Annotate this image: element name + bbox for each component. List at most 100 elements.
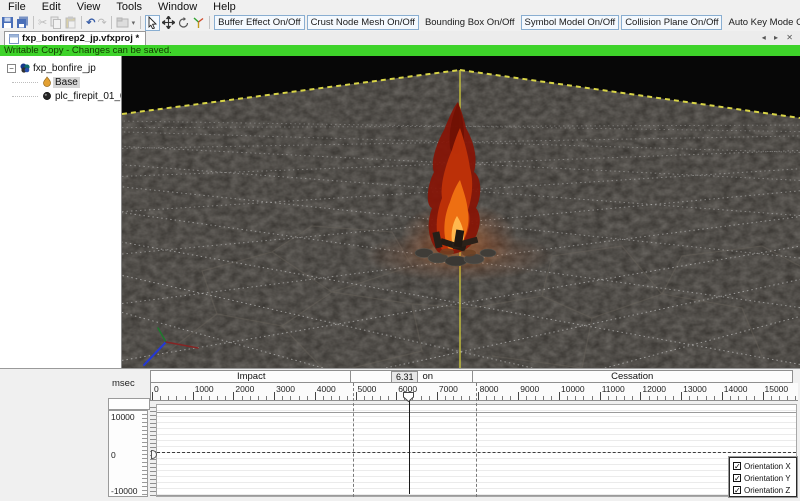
menu-help[interactable]: Help (205, 1, 244, 13)
axis-tick-marks (142, 411, 147, 496)
menu-tools[interactable]: Tools (108, 1, 150, 13)
tab-close-button[interactable]: ✕ (786, 33, 796, 42)
ruler-minor-tick (754, 396, 756, 400)
toolbar-separator (33, 16, 34, 29)
menu-edit[interactable]: Edit (34, 1, 69, 13)
axis-label-min: -10000 (111, 486, 138, 496)
ruler-tick-label: 13000 (683, 384, 707, 394)
ruler-minor-tick (363, 396, 365, 400)
ruler-tick-label: 4000 (316, 384, 336, 394)
ruler-minor-tick (648, 396, 650, 400)
ruler-minor-tick (656, 396, 658, 400)
curve-value-axis: 10000 0 -10000 (108, 410, 148, 497)
paste-icon[interactable] (64, 16, 77, 30)
tab-prev-button[interactable]: ◂ (762, 33, 769, 42)
ruler-major-tick (274, 392, 276, 400)
cut-icon[interactable]: ✂ (38, 16, 47, 30)
toolbar-separator (209, 16, 211, 29)
tree-base-label[interactable]: Base (53, 76, 80, 88)
tree-row-firepit[interactable]: plc_firepit_01_0 (0, 89, 121, 103)
section-boundary-line (475, 383, 477, 497)
select-tool-icon[interactable] (145, 14, 161, 31)
3d-viewport[interactable] (122, 56, 800, 368)
orientation-y-checkbox[interactable]: ✓ (733, 474, 741, 483)
ruler-minor-tick (575, 396, 577, 400)
toggle-auto-key-mode-on-off-button[interactable]: Auto Key Mode On/Off (724, 15, 800, 30)
orientation-x-checkbox[interactable]: ✓ (733, 462, 741, 471)
undo-icon[interactable]: ↶ (86, 16, 95, 30)
ruler-minor-tick (469, 396, 471, 400)
ruler-minor-tick (738, 396, 740, 400)
ruler-tick-label: 7000 (438, 384, 458, 394)
playhead-marker[interactable] (403, 392, 415, 403)
ruler-tick-label: 5000 (357, 384, 377, 394)
export-icon[interactable] (116, 16, 129, 30)
timeline-section-impact[interactable]: Impact (150, 370, 353, 383)
curve-value-input[interactable] (108, 398, 150, 410)
tree-collapse-icon[interactable]: − (7, 63, 16, 73)
tree-firepit-label[interactable]: plc_firepit_01_0 (53, 91, 121, 102)
toggle-crust-node-mesh-on-off-button[interactable]: Crust Node Mesh On/Off (306, 15, 419, 30)
save-all-icon[interactable] (16, 16, 29, 30)
ruler-minor-tick (160, 396, 162, 400)
section-boundary-line (353, 383, 355, 497)
tree-row-base[interactable]: Base (0, 75, 121, 89)
ruler-minor-tick (176, 396, 178, 400)
tree-root-label[interactable]: fxp_bonfire_jp (31, 63, 98, 74)
axis-manipulator-icon[interactable] (192, 16, 205, 30)
tab-next-button[interactable]: ▸ (774, 33, 781, 42)
vfx-editor-window: File Edit View Tools Window Help ✂ ↶ ↷ ▾ (0, 0, 800, 501)
ruler-major-tick (355, 392, 357, 400)
menu-window[interactable]: Window (150, 1, 205, 13)
ruler-minor-tick (388, 396, 390, 400)
legend-row-orientation-z: ✓ Orientation Z (733, 484, 796, 496)
ruler-major-tick (721, 392, 723, 400)
ruler-minor-tick (282, 396, 284, 400)
ruler-major-tick (396, 392, 398, 400)
copy-icon[interactable] (49, 16, 62, 30)
flame-emitter-icon (41, 76, 53, 88)
transition-time-value[interactable]: 6.31 (390, 370, 419, 383)
playhead-line (408, 401, 410, 494)
tab-label: fxp_bonfirep2_jp.vfxproj * (22, 33, 140, 44)
redo-icon[interactable]: ↷ (97, 16, 106, 30)
ruler-tick-label: 12000 (642, 384, 667, 394)
toggle-bounding-box-on-off-button[interactable]: Bounding Box On/Off (421, 15, 519, 30)
ruler-minor-tick (786, 396, 788, 400)
menu-file[interactable]: File (0, 1, 34, 13)
tree-connector (12, 81, 38, 83)
ruler-tick-label: 11000 (601, 384, 625, 394)
toggle-buffer-effect-on-off-button[interactable]: Buffer Effect On/Off (214, 15, 305, 30)
orientation-z-checkbox[interactable]: ✓ (733, 486, 741, 495)
project-file-icon (9, 33, 19, 44)
ruler-minor-tick (200, 396, 202, 400)
toggle-collision-plane-on-off-button[interactable]: Collision Plane On/Off (621, 15, 723, 30)
ruler-minor-tick (778, 396, 780, 400)
ruler-minor-tick (241, 396, 243, 400)
rotate-tool-icon[interactable] (177, 16, 190, 30)
axis-label-zero: 0 (111, 450, 116, 460)
save-icon[interactable] (1, 16, 14, 30)
orientation-z-label: Orientation Z (744, 485, 791, 495)
ruler-minor-tick (705, 396, 707, 400)
tree-row-root[interactable]: − fxp_bonfire_jp (0, 61, 121, 75)
ruler-minor-tick (249, 396, 251, 400)
menu-view[interactable]: View (69, 1, 109, 13)
timeline-section-transition[interactable]: 6.31 on (350, 370, 474, 383)
toolbar: ✂ ↶ ↷ ▾ Buffer Effect On/Off Crust Node M… (0, 14, 800, 31)
tab-active-project[interactable]: fxp_bonfirep2_jp.vfxproj * (4, 31, 147, 45)
ruler-minor-tick (534, 396, 536, 400)
ruler-minor-tick (347, 396, 349, 400)
toggle-symbol-model-on-off-button[interactable]: Symbol Model On/Off (520, 15, 620, 30)
orientation-y-label: Orientation Y (744, 473, 791, 483)
ruler-minor-tick (510, 396, 512, 400)
ruler-minor-tick (217, 396, 219, 400)
ruler-minor-tick (168, 396, 170, 400)
toolbar-overflow-caret[interactable]: ▾ (132, 19, 136, 27)
ruler-minor-tick (290, 396, 292, 400)
ruler-minor-tick (485, 396, 487, 400)
writable-copy-banner: Writable Copy - Changes can be saved. (0, 45, 800, 56)
ruler-minor-tick (689, 396, 691, 400)
timeline-section-cessation[interactable]: Cessation (471, 370, 793, 383)
move-tool-icon[interactable] (162, 16, 176, 30)
